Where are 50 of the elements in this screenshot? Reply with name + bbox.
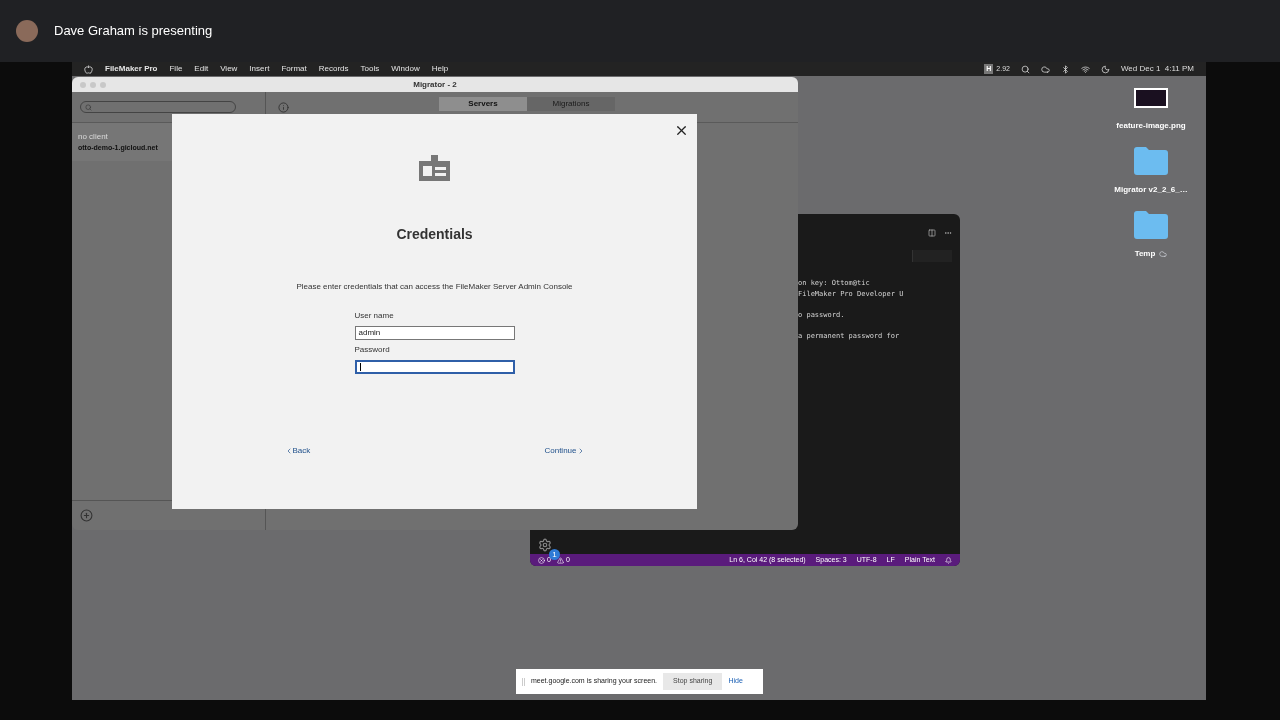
search-icon (85, 103, 92, 111)
dialog-message: Please enter credentials that can access the FileMaker Server Admin Console (296, 281, 573, 293)
minimap (912, 250, 952, 262)
cloud-icon[interactable] (1040, 64, 1050, 74)
field-label: Password (354, 344, 391, 356)
avatar (16, 20, 38, 42)
list-caption: no client (78, 131, 109, 143)
split-icon[interactable] (928, 229, 936, 237)
drag-handle-icon (522, 677, 525, 686)
back-button[interactable]: Back (284, 445, 311, 457)
field-label: User name (354, 310, 395, 322)
apple-icon[interactable] (84, 64, 93, 74)
search-icon[interactable] (1020, 64, 1030, 74)
image-thumbnail-icon[interactable] (1134, 88, 1168, 108)
moon-icon[interactable] (1100, 64, 1110, 74)
window-title: Migrator - 2 (413, 78, 457, 91)
bell-icon[interactable] (945, 556, 952, 564)
more-icon[interactable] (944, 229, 952, 237)
menu-item[interactable]: View (220, 63, 238, 75)
menu-item[interactable]: Tools (360, 63, 380, 75)
menu-item[interactable]: Insert (249, 63, 270, 75)
menu-clock[interactable]: Wed Dec 1 4:11 PM (1120, 63, 1194, 75)
cloud-icon (1159, 250, 1168, 258)
input-field[interactable] (354, 360, 515, 374)
bluetooth-icon[interactable] (1060, 64, 1070, 74)
menu-item[interactable]: Format (281, 63, 307, 75)
close-icon (674, 123, 689, 138)
menu-item[interactable]: Edit (194, 63, 209, 75)
folder-icon[interactable] (1133, 210, 1169, 240)
warning-icon[interactable] (556, 556, 564, 564)
error-icon[interactable] (538, 556, 545, 564)
presenter-label: Dave Graham is presenting (54, 22, 213, 41)
desktop-icon-label[interactable]: Migrator v2_2_6_… (1114, 184, 1188, 196)
id-card-icon (419, 155, 450, 181)
menu-item[interactable]: Records (318, 63, 349, 75)
tab[interactable]: Servers (439, 97, 527, 111)
menu-item[interactable]: FileMaker Pro (105, 63, 158, 75)
input-field[interactable]: admin (354, 326, 515, 340)
dialog-title: Credentials (396, 225, 473, 244)
menu-item[interactable]: Help (431, 63, 449, 75)
desktop-icon-label[interactable]: feature-image.png (1116, 120, 1186, 132)
folder-icon[interactable] (1133, 146, 1169, 176)
desktop-icon-label[interactable]: Temp (1134, 248, 1156, 260)
menu-item[interactable]: Window (391, 63, 420, 75)
wifi-icon[interactable] (1080, 64, 1090, 74)
text-cursor (359, 363, 361, 371)
settings-icon[interactable] (538, 538, 552, 552)
add-icon[interactable] (80, 509, 93, 522)
menu-item[interactable]: File (169, 63, 183, 75)
continue-button[interactable]: Continue (544, 445, 585, 457)
